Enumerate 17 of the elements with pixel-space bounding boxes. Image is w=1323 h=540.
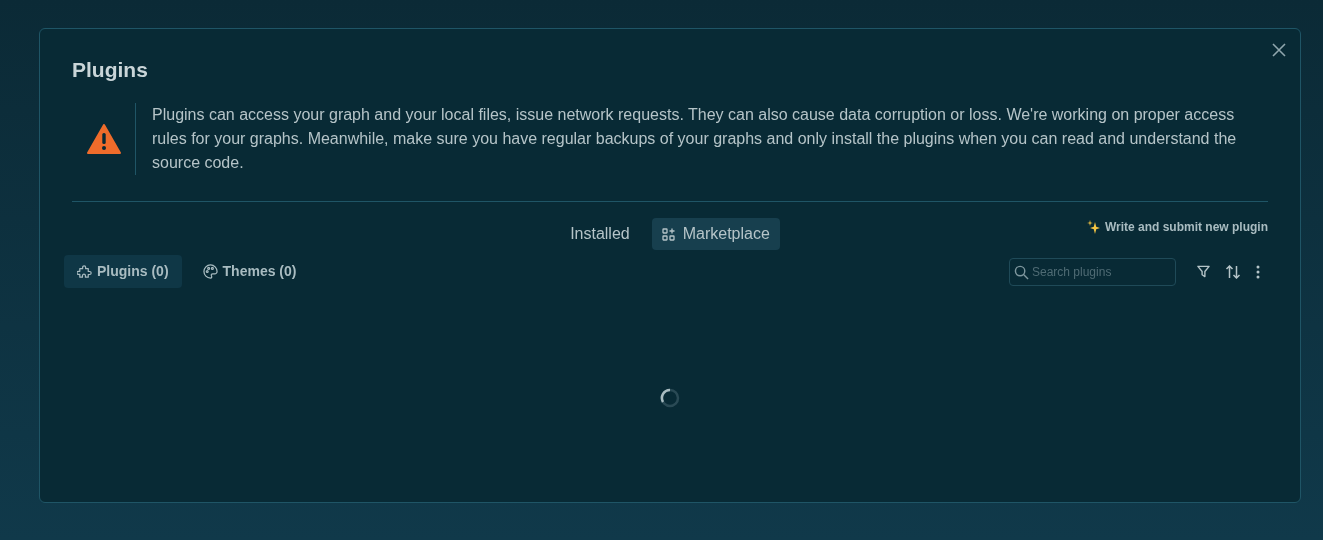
submit-plugin-link[interactable]: Write and submit new plugin (1086, 218, 1268, 236)
search-icon (1014, 264, 1029, 280)
more-icon (1256, 264, 1260, 279)
tab[interactable]: Marketplace (651, 218, 780, 250)
warning-text: Plugins can access your graph and your local files, issue network requests. They can also cause data corruption or loss. We're working on proper access rules for your graphs. Meanwhile, make sure you have regular backups of your graphs and only install the plugins when you can read and understand the source code. (152, 105, 1238, 173)
palette-icon (202, 264, 218, 279)
sparkle-icon (1086, 220, 1101, 234)
dialog-title: Plugins (72, 57, 149, 83)
filter-icon (1196, 265, 1210, 278)
tab[interactable]: Installed (560, 218, 640, 250)
search-field[interactable]: Search plugins (1009, 257, 1176, 286)
warning-icon (86, 124, 121, 154)
sort-icon (1225, 264, 1241, 279)
category-tab[interactable]: Plugins (0) (64, 255, 182, 288)
category-tab[interactable]: Themes (0) (189, 255, 310, 288)
grid-icon (661, 227, 675, 241)
puzzle-icon (77, 264, 92, 279)
